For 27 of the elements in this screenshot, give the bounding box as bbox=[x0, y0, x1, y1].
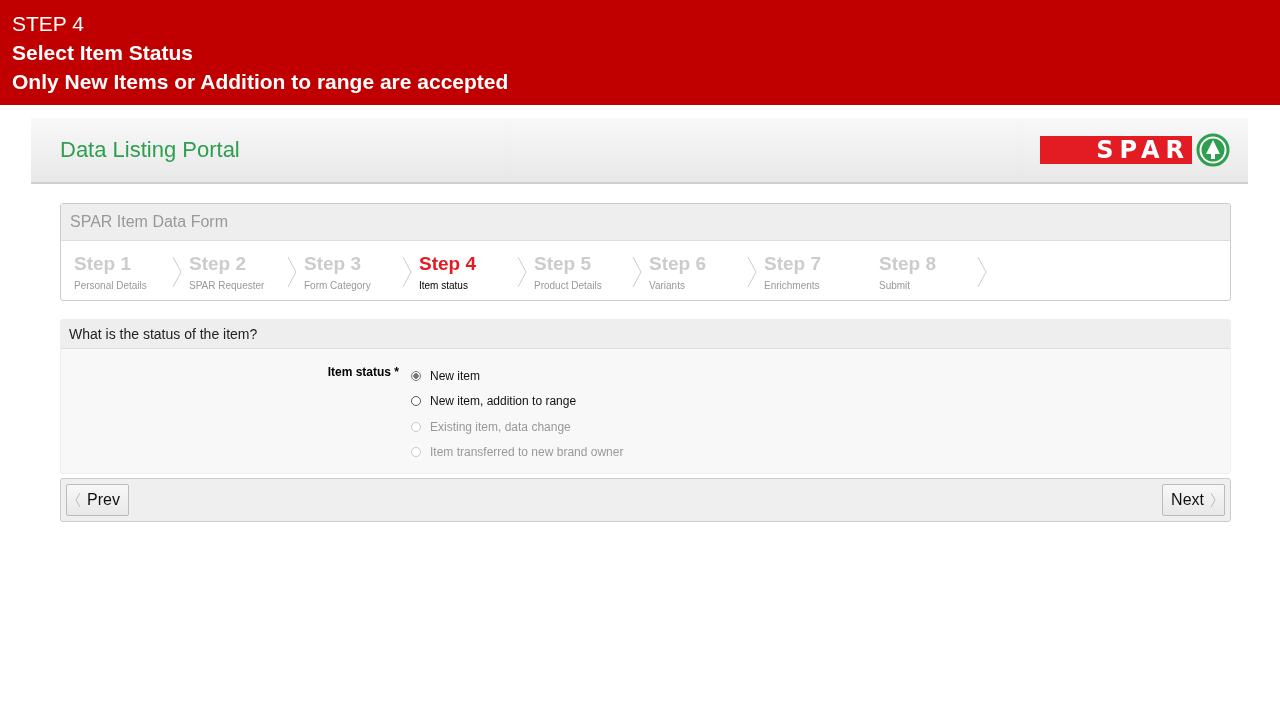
radio-option: Existing item, data change bbox=[411, 414, 624, 440]
question-title: What is the status of the item? bbox=[61, 320, 1230, 349]
portal-title: Data Listing Portal bbox=[60, 137, 240, 163]
logo-text: SPAR bbox=[1040, 136, 1192, 164]
radio-option[interactable]: New item, addition to range bbox=[411, 388, 624, 414]
chevron-icon bbox=[402, 256, 412, 288]
tree-logo-icon bbox=[1196, 133, 1230, 167]
banner-text: Only New Items or Addition to range are accepted bbox=[12, 69, 509, 95]
chevron-icon bbox=[747, 256, 757, 288]
next-button[interactable]: Next bbox=[1162, 484, 1225, 516]
prev-button[interactable]: Prev bbox=[66, 484, 129, 516]
chevron-icon bbox=[172, 256, 182, 288]
radio-option: Item transferred to new brand owner bbox=[411, 439, 624, 465]
banner-text: STEP 4 bbox=[12, 11, 84, 37]
radio-option[interactable]: New item bbox=[411, 363, 624, 389]
banner-text: Select Item Status bbox=[12, 40, 193, 66]
chevron-icon bbox=[632, 256, 642, 288]
radio-button[interactable] bbox=[411, 370, 421, 381]
chevron-icon bbox=[977, 256, 987, 288]
chevron-left-icon bbox=[75, 492, 81, 508]
radio-button[interactable] bbox=[411, 396, 421, 407]
step-tab[interactable]: Step 4 Item status bbox=[419, 253, 527, 291]
form-title: SPAR Item Data Form bbox=[61, 204, 1230, 241]
chevron-right-icon bbox=[1210, 492, 1216, 508]
chevron-icon bbox=[517, 256, 527, 288]
chevron-icon bbox=[287, 256, 297, 288]
field-label: Item status * bbox=[326, 364, 399, 381]
